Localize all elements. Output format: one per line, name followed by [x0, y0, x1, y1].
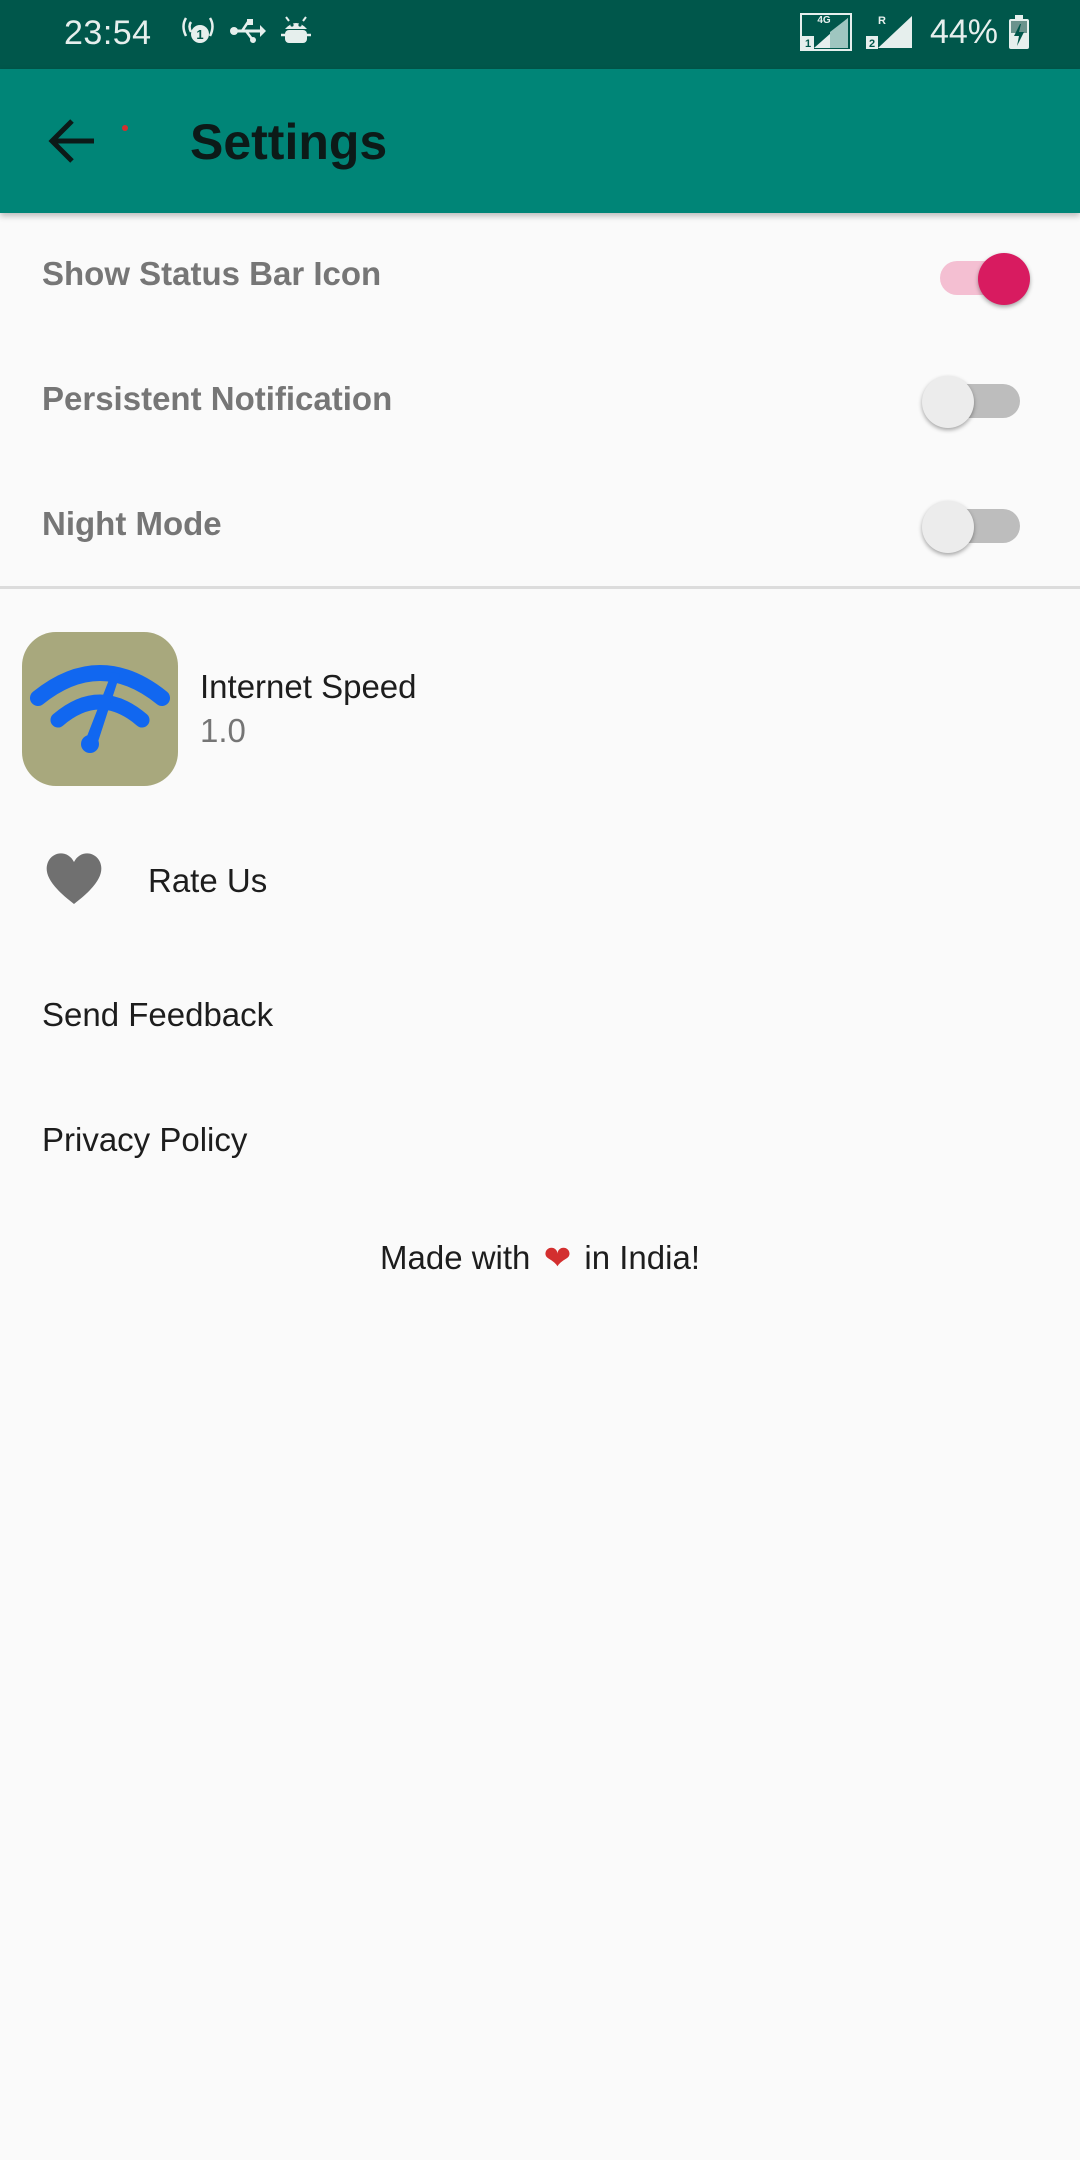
back-button[interactable] — [40, 109, 104, 173]
app-name: Internet Speed — [200, 668, 417, 705]
night-mode-switch[interactable] — [922, 495, 1020, 555]
rate-us-row[interactable]: Rate Us — [0, 820, 1080, 940]
footer-suffix: in India! — [584, 1239, 700, 1276]
switch-thumb — [922, 501, 974, 553]
app-version: 1.0 — [200, 712, 246, 749]
setting-label: Night Mode — [42, 505, 222, 542]
send-feedback-label: Send Feedback — [42, 996, 274, 1033]
heart-icon — [46, 853, 102, 904]
setting-row-status-bar-icon[interactable]: Show Status Bar Icon — [0, 213, 1080, 338]
usb-icon — [230, 19, 266, 43]
battery-percent: 44% — [929, 12, 998, 51]
footer-prefix: Made with — [380, 1239, 531, 1276]
sim1-slot-label: 1 — [805, 38, 811, 50]
setting-label: Persistent Notification — [42, 380, 393, 417]
android-debug-icon — [281, 16, 311, 43]
setting-row-persistent-notification[interactable]: Persistent Notification — [0, 338, 1080, 463]
divider — [0, 586, 1080, 589]
hotspot-icon: 1 — [182, 17, 214, 43]
switch-thumb — [922, 376, 974, 428]
sim2-roaming-label: R — [878, 15, 886, 27]
svg-text:1: 1 — [196, 27, 203, 42]
notification-dot — [122, 125, 128, 131]
send-feedback-row[interactable]: Send Feedback — [0, 960, 1080, 1070]
sim1-network-label: 4G — [817, 15, 831, 26]
page-title: Settings — [190, 114, 388, 170]
status-right: 4G 1 R 2 44% — [799, 12, 1030, 52]
setting-row-night-mode[interactable]: Night Mode — [0, 463, 1080, 588]
app-logo — [22, 632, 178, 786]
privacy-policy-row[interactable]: Privacy Policy — [0, 1085, 1080, 1195]
app-bar: Settings — [0, 69, 1080, 213]
status-time: 23:54 — [64, 14, 152, 52]
arrow-back-icon — [48, 119, 94, 163]
status-bar: 23:54 1 4G 1 R 2 44% — [0, 0, 1080, 69]
switch-thumb — [978, 253, 1030, 305]
footer-credit: Made with ❤ in India! — [0, 1238, 1080, 1277]
footer-heart-icon: ❤ — [543, 1239, 572, 1276]
setting-label: Show Status Bar Icon — [42, 255, 382, 292]
rate-us-label: Rate Us — [148, 862, 268, 899]
app-info: Internet Speed 1.0 — [0, 630, 1080, 790]
sim2-slot-label: 2 — [869, 38, 875, 50]
signal-icon: 4G 1 — [799, 13, 852, 51]
status-left-icons: 1 — [180, 14, 312, 48]
privacy-policy-label: Privacy Policy — [42, 1121, 248, 1158]
persistent-notification-switch[interactable] — [922, 370, 1020, 430]
battery-charging-icon — [1009, 15, 1029, 49]
status-bar-icon-switch[interactable] — [940, 247, 1030, 307]
signal-icon: R 2 — [865, 15, 912, 50]
speedometer-wifi-icon — [30, 665, 170, 753]
